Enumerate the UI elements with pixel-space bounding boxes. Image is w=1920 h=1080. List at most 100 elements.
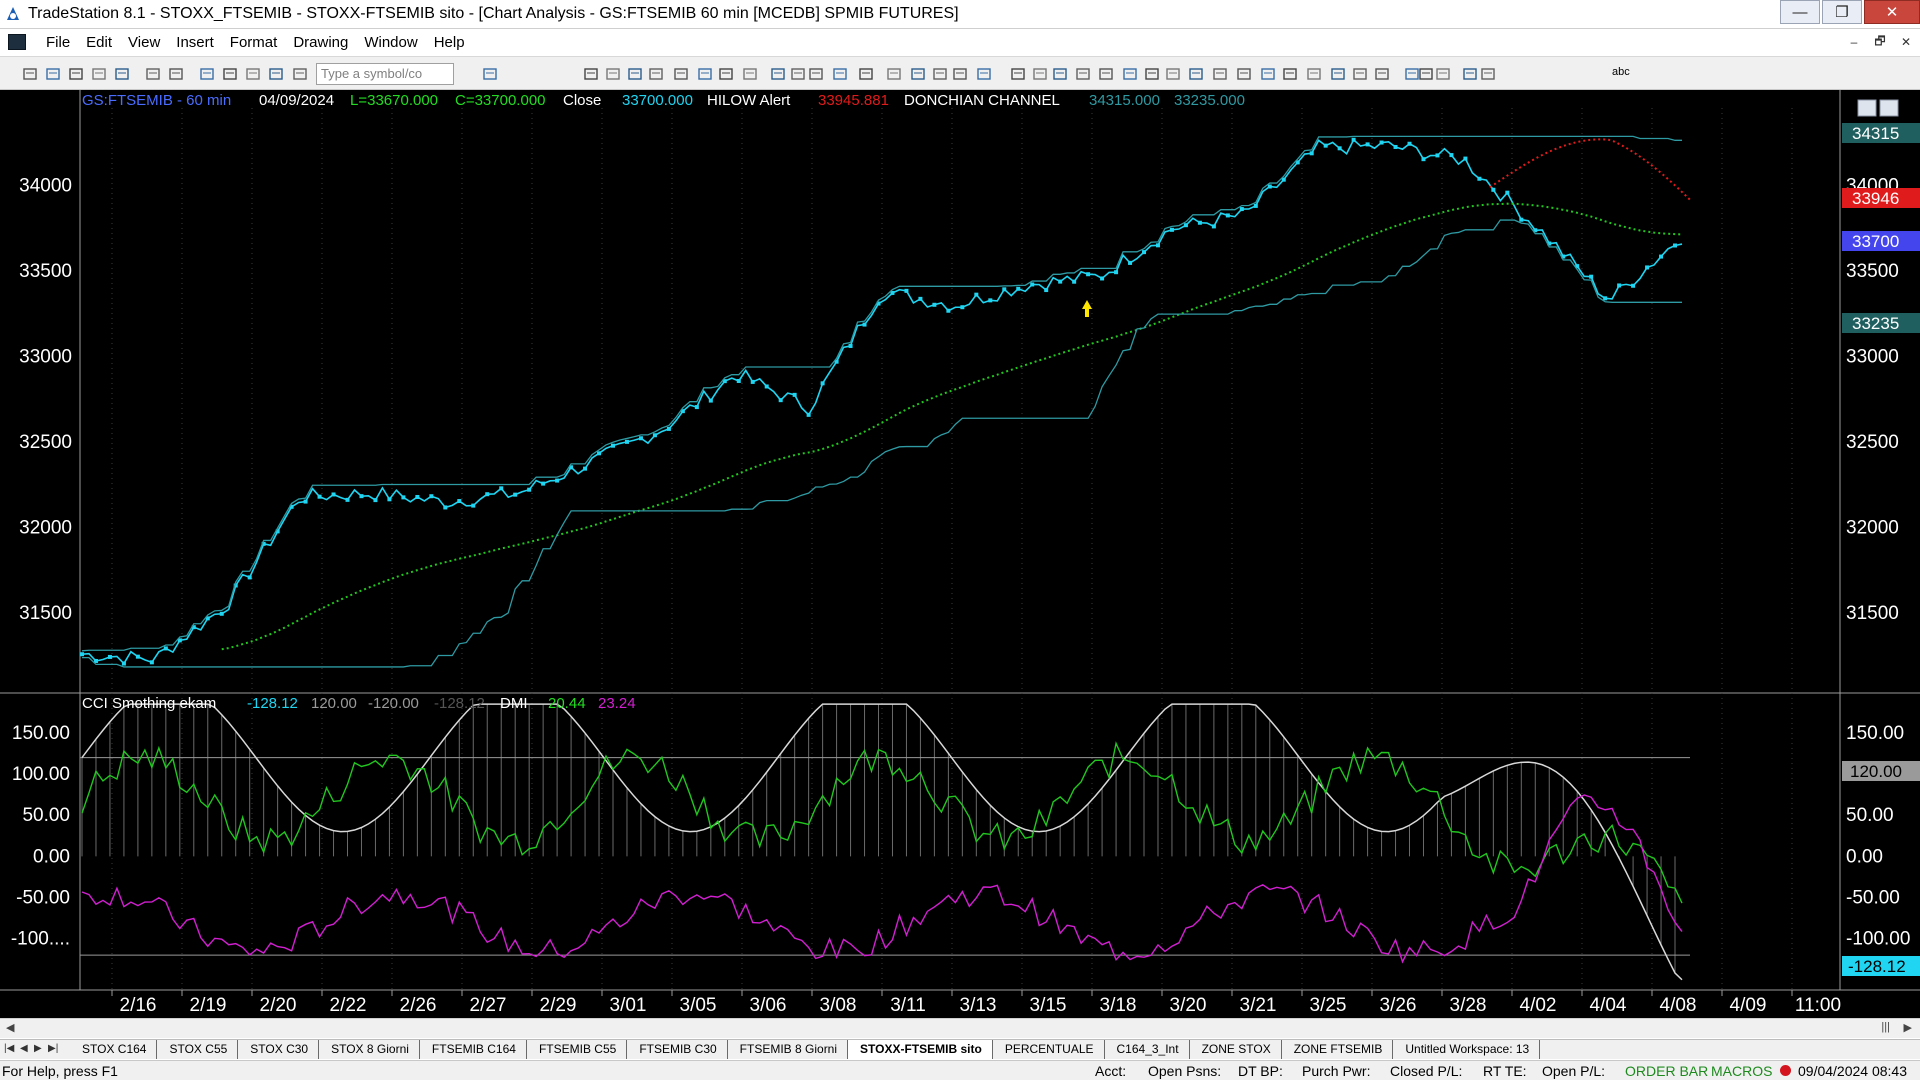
globe-icon[interactable] — [1352, 66, 1368, 82]
minimize-button[interactable]: — — [1780, 0, 1820, 24]
open-folder-icon[interactable] — [1188, 66, 1204, 82]
radar-icon[interactable] — [627, 66, 643, 82]
workspace-tab[interactable]: C164_3_Int — [1105, 1040, 1190, 1059]
symbol-dropdown-icon[interactable] — [1374, 66, 1390, 82]
workspace-tab[interactable]: STOX C30 — [238, 1040, 320, 1059]
chart-window-icon[interactable] — [8, 34, 26, 50]
fib-icon[interactable] — [952, 66, 968, 82]
search-icon[interactable] — [583, 66, 599, 82]
new-icon[interactable] — [1098, 66, 1114, 82]
tab-next-icon[interactable]: ▶ — [34, 1043, 42, 1054]
tab-last-icon[interactable]: ▶| — [48, 1043, 58, 1054]
close-button[interactable]: ✕ — [1864, 0, 1920, 24]
menu-file[interactable]: File — [38, 34, 78, 51]
panel-minimize-button[interactable] — [1857, 99, 1877, 117]
menu-edit[interactable]: Edit — [78, 34, 120, 51]
lock-icon[interactable] — [245, 66, 261, 82]
mdi-restore-button[interactable]: 🗗 — [1870, 33, 1890, 51]
search-icon[interactable] — [1418, 66, 1434, 82]
rectangle-icon[interactable] — [1052, 66, 1068, 82]
save-icon[interactable] — [145, 66, 161, 82]
scroll-left-icon[interactable]: ◀ — [6, 1021, 14, 1034]
workspace-tab[interactable]: FTSEMIB C30 — [627, 1040, 728, 1059]
radar-icon[interactable] — [1462, 66, 1478, 82]
new-icon[interactable] — [22, 66, 38, 82]
workspace-tab[interactable]: FTSEMIB 8 Giorni — [728, 1040, 849, 1059]
workspace-tab[interactable]: STOX C164 — [70, 1040, 158, 1059]
horizontal-scrollbar[interactable]: ◀ ||| ▶ — [0, 1018, 1920, 1038]
horizontal-line-icon[interactable] — [910, 66, 926, 82]
vertical-line-icon[interactable] — [932, 66, 948, 82]
cursor-icon[interactable] — [808, 66, 824, 82]
mdi-minimize-button[interactable]: – — [1844, 33, 1864, 51]
desktop-icon[interactable] — [1282, 66, 1298, 82]
scroll-thumb[interactable]: ||| — [1881, 1021, 1890, 1033]
tab-first-icon[interactable]: |◀ — [4, 1043, 14, 1054]
zoom-out-icon[interactable] — [790, 66, 806, 82]
chart-svg[interactable]: 34000 3400033500 3350033000 3300032500 32500… — [0, 90, 1920, 1018]
globe-icon[interactable] — [292, 66, 308, 82]
menu-window[interactable]: Window — [356, 34, 425, 51]
tab-prev-icon[interactable]: ◀ — [20, 1043, 28, 1054]
workspace-tab[interactable]: STOX 8 Giorni — [319, 1040, 420, 1059]
save-icon[interactable] — [1212, 66, 1228, 82]
new-workspace-icon[interactable] — [1165, 66, 1181, 82]
panel-restore-button[interactable] — [1879, 99, 1899, 117]
drawing-icon[interactable] — [268, 66, 284, 82]
symbol-input[interactable]: Type a symbol/co — [316, 63, 454, 85]
draw-tool-icon[interactable] — [858, 66, 874, 82]
print-preview-icon[interactable] — [1236, 66, 1252, 82]
workspace-tab[interactable]: FTSEMIB C164 — [420, 1040, 527, 1059]
arrow-down-icon[interactable] — [1010, 66, 1026, 82]
text-tool-icon[interactable]: abc — [1612, 66, 1636, 82]
open-icon[interactable] — [45, 66, 61, 82]
menu-insert[interactable]: Insert — [168, 34, 222, 51]
open-icon[interactable] — [1122, 66, 1138, 82]
workspace-tab[interactable]: STOXX-FTSEMIB sito — [848, 1040, 993, 1059]
drawing-icon[interactable] — [1330, 66, 1346, 82]
grid-icon[interactable] — [648, 66, 664, 82]
status-bar: For Help, press F1 Acct: Open Psns: DT B… — [0, 1060, 1920, 1080]
workspace-tab[interactable]: Untitled Workspace: 13 — [1393, 1040, 1541, 1059]
trendline-icon[interactable] — [886, 66, 902, 82]
copy-window-icon[interactable] — [68, 66, 84, 82]
chart-icon[interactable] — [1435, 66, 1451, 82]
menu-format[interactable]: Format — [222, 34, 286, 51]
scroll-right-icon[interactable]: ▶ — [1904, 1021, 1912, 1034]
maximize-button[interactable]: ❐ — [1822, 0, 1862, 24]
desktop-icon[interactable] — [222, 66, 238, 82]
copy-window-icon[interactable] — [1144, 66, 1160, 82]
open-folder-icon[interactable] — [114, 66, 130, 82]
tool-icon[interactable] — [673, 66, 689, 82]
workspace-tab[interactable]: PERCENTUALE — [993, 1040, 1105, 1059]
print-icon[interactable] — [199, 66, 215, 82]
menu-drawing[interactable]: Drawing — [285, 34, 356, 51]
print-preview-icon[interactable] — [168, 66, 184, 82]
workspace-tab[interactable]: ZONE STOX — [1190, 1040, 1282, 1059]
menu-view[interactable]: View — [120, 34, 168, 51]
circle-icon[interactable] — [1032, 66, 1048, 82]
arrow-up-icon[interactable] — [976, 66, 992, 82]
chart-icon[interactable] — [605, 66, 621, 82]
mdi-close-button[interactable]: ✕ — [1896, 33, 1916, 51]
workspace-tab[interactable]: ZONE FTSEMIB — [1282, 1040, 1394, 1059]
price-bar-marker — [359, 494, 364, 499]
chart-area[interactable]: 34000 34000 33500 33500 33000 33000 32500 32500… — [0, 90, 1920, 1018]
text-icon[interactable] — [1075, 66, 1091, 82]
send-icon[interactable] — [482, 66, 498, 82]
print-icon[interactable] — [1260, 66, 1276, 82]
grid-icon[interactable] — [1480, 66, 1496, 82]
format-icon[interactable] — [742, 66, 758, 82]
menu-help[interactable]: Help — [426, 34, 473, 51]
order-bar-button[interactable]: ORDER BAR — [1625, 1063, 1708, 1079]
toolbar: Type a symbol/co abc — [0, 56, 1920, 90]
macros-button[interactable]: MACROS — [1711, 1063, 1772, 1079]
strategy-icon[interactable] — [718, 66, 734, 82]
workspace-tab[interactable]: FTSEMIB C55 — [527, 1040, 628, 1059]
hand-icon[interactable] — [832, 66, 848, 82]
zoom-in-icon[interactable] — [770, 66, 786, 82]
new-workspace-icon[interactable] — [91, 66, 107, 82]
workspace-tab[interactable]: STOX C55 — [157, 1040, 239, 1059]
lock-icon[interactable] — [1306, 66, 1322, 82]
indicator-icon[interactable] — [697, 66, 713, 82]
